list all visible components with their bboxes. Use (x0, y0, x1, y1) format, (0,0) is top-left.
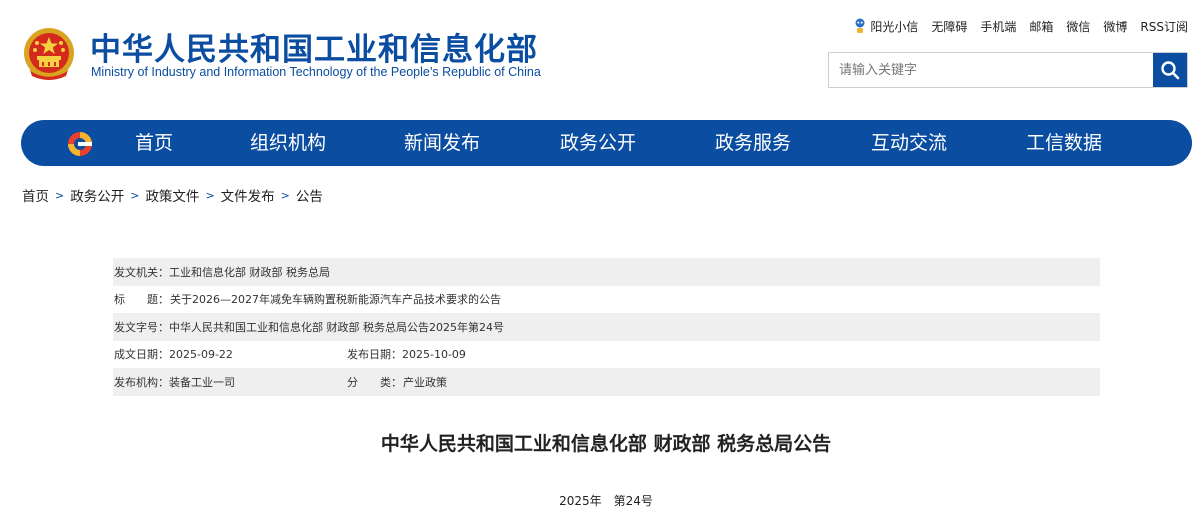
breadcrumb-separator: > (130, 188, 140, 202)
created-value: 2025-09-22 (169, 347, 233, 361)
breadcrumb-home[interactable]: 首页 (22, 185, 49, 205)
toplink-rss[interactable]: RSS订阅 (1140, 18, 1188, 35)
breadcrumb-file-release[interactable]: 文件发布 (221, 185, 275, 205)
toplink-sunshine[interactable]: 阳光小信 (854, 18, 918, 35)
nav-news[interactable]: 新闻发布 (404, 120, 480, 166)
category-label: 分 类： (347, 374, 403, 390)
breadcrumb-separator: > (280, 188, 290, 202)
title-label-part: 题： (147, 293, 169, 307)
miit-logo-icon[interactable] (65, 129, 95, 159)
info-row-title: 标 题： 关于2026—2027年减免车辆购置税新能源汽车产品技术要求的公告 (113, 286, 1100, 314)
breadcrumb: 首页 > 政务公开 > 政策文件 > 文件发布 > 公告 (22, 185, 323, 206)
breadcrumb-policy-files[interactable]: 政策文件 (145, 185, 199, 205)
created-date-cell: 成文日期： 2025-09-22 (114, 346, 347, 362)
toplink-mail[interactable]: 邮箱 (1029, 18, 1053, 35)
nav-home[interactable]: 首页 (135, 120, 173, 166)
document-title: 中华人民共和国工业和信息化部 财政部 税务总局公告 (380, 433, 832, 455)
info-row-dates: 成文日期： 2025-09-22 发布日期： 2025-10-09 (113, 341, 1100, 369)
search-input[interactable] (829, 53, 1153, 87)
published-label: 发布日期： (347, 348, 402, 362)
toplink-label: 阳光小信 (870, 20, 919, 34)
breadcrumb-announcement[interactable]: 公告 (296, 185, 323, 205)
toplink-accessibility[interactable]: 无障碍 (931, 18, 967, 35)
search-icon (1161, 61, 1180, 80)
top-links: 阳光小信 无障碍 手机端 邮箱 微信 微博 RSS订阅 (854, 18, 1188, 35)
info-row-agency: 发布机构： 装备工业一司 分 类： 产业政策 (113, 368, 1100, 396)
site-subtitle[interactable]: Ministry of Industry and Information Tec… (91, 65, 541, 79)
title-label-part: 标 (114, 293, 125, 307)
category-value: 产业政策 (403, 375, 447, 389)
toplink-weibo[interactable]: 微博 (1103, 18, 1127, 35)
issuer-value: 工业和信息化部 财政部 税务总局 (169, 265, 330, 279)
document-number: 2025年 第24号 (559, 494, 653, 508)
agency-label: 发布机构： (114, 375, 169, 389)
nav-data[interactable]: 工信数据 (1026, 120, 1102, 166)
toplink-wechat[interactable]: 微信 (1066, 18, 1090, 35)
info-row-docno: 发文字号： 中华人民共和国工业和信息化部 财政部 税务总局公告2025年第24号 (113, 313, 1100, 341)
nav-gov-affairs[interactable]: 政务公开 (560, 120, 636, 166)
created-label: 成文日期： (114, 348, 169, 362)
robot-assistant-icon (855, 18, 865, 33)
title-label: 标 题： (114, 291, 170, 307)
nav-organization[interactable]: 组织机构 (250, 120, 326, 166)
national-emblem-icon[interactable] (22, 26, 76, 82)
toplink-mobile[interactable]: 手机端 (980, 18, 1016, 35)
docno-label: 发文字号： (114, 320, 169, 334)
site-title[interactable]: 中华人民共和国工业和信息化部 (90, 24, 538, 69)
main-nav: 首页 组织机构 新闻发布 政务公开 政务服务 互动交流 工信数据 (21, 120, 1192, 166)
document-info-table: 发文机关： 工业和信息化部 财政部 税务总局 标 题： 关于2026—2027年减… (113, 258, 1100, 396)
info-row-issuer: 发文机关： 工业和信息化部 财政部 税务总局 (113, 258, 1100, 286)
site-header: 中华人民共和国工业和信息化部 Ministry of Industry and … (0, 0, 1200, 110)
category-label-part: 分 (347, 375, 358, 389)
nav-gov-services[interactable]: 政务服务 (715, 120, 791, 166)
category-cell: 分 类： 产业政策 (347, 374, 447, 390)
agency-value: 装备工业一司 (169, 375, 235, 389)
breadcrumb-separator: > (205, 188, 215, 202)
breadcrumb-gov-affairs[interactable]: 政务公开 (70, 185, 124, 205)
search-box (828, 52, 1188, 88)
category-label-part: 类： (380, 375, 402, 389)
docno-value: 中华人民共和国工业和信息化部 财政部 税务总局公告2025年第24号 (169, 320, 504, 334)
agency-cell: 发布机构： 装备工业一司 (114, 374, 347, 390)
search-button[interactable] (1153, 53, 1187, 87)
breadcrumb-separator: > (55, 188, 65, 202)
nav-interaction[interactable]: 互动交流 (871, 120, 947, 166)
published-date-cell: 发布日期： 2025-10-09 (347, 346, 466, 362)
title-value: 关于2026—2027年减免车辆购置税新能源汽车产品技术要求的公告 (170, 293, 501, 307)
published-value: 2025-10-09 (402, 347, 466, 361)
issuer-label: 发文机关： (114, 265, 169, 279)
